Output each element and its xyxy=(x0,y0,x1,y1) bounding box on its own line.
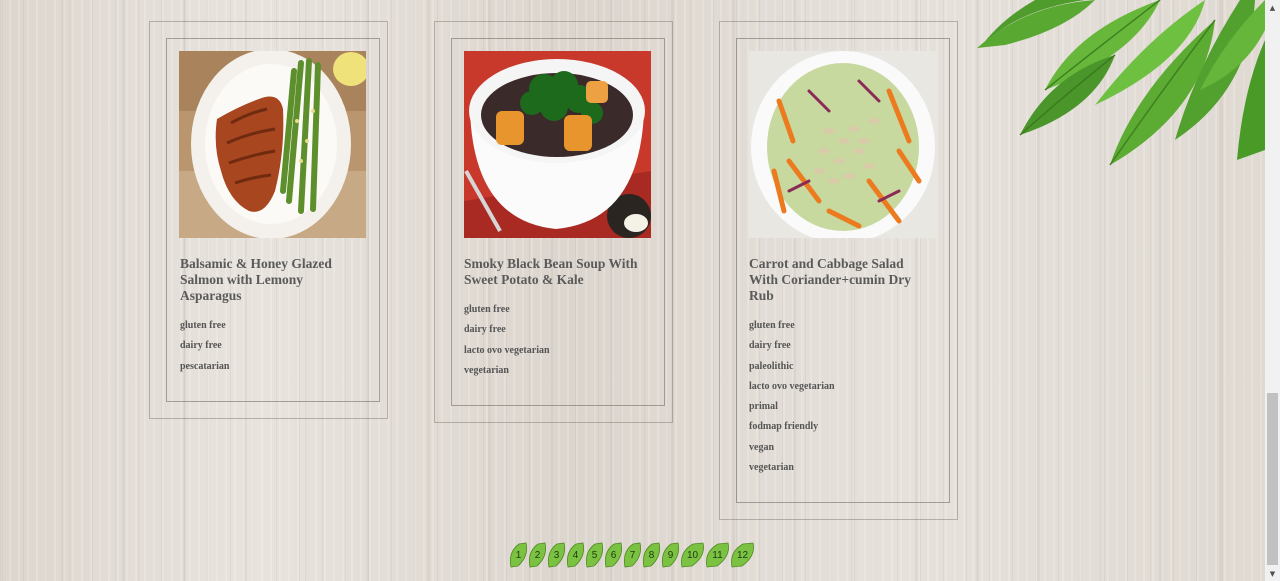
diet-tag: lacto ovo vegetarian xyxy=(749,380,835,392)
page-number: 1 xyxy=(515,549,522,561)
diet-tag: vegan xyxy=(749,441,774,453)
diet-tag: dairy free xyxy=(749,340,791,352)
page-number: 9 xyxy=(667,549,674,561)
salmon-asparagus-photo[interactable] xyxy=(179,51,366,238)
scroll-down-arrow-icon[interactable]: ▼ xyxy=(1265,566,1280,581)
page-button-2[interactable]: 2 xyxy=(528,542,547,568)
page-number: 7 xyxy=(629,549,636,561)
page-number: 5 xyxy=(591,549,598,561)
page-button-7[interactable]: 7 xyxy=(623,542,642,568)
carrot-cabbage-salad-photo[interactable] xyxy=(749,51,936,238)
page-button-5[interactable]: 5 xyxy=(585,542,604,568)
diet-tag: vegetarian xyxy=(464,364,509,376)
green-leaves-icon xyxy=(975,0,1265,175)
diet-tag: dairy free xyxy=(180,340,222,352)
diet-tag: fodmap friendly xyxy=(749,421,819,433)
diet-tag: gluten free xyxy=(464,304,510,315)
page-button-12[interactable]: 12 xyxy=(730,542,755,568)
page-button-4[interactable]: 4 xyxy=(566,542,585,568)
page-button-1[interactable]: 1 xyxy=(509,542,528,568)
diet-tag: lacto ovo vegetarian xyxy=(464,344,550,356)
diet-tag-list: gluten free dairy free pescatarian xyxy=(180,320,360,381)
black-bean-soup-photo[interactable] xyxy=(464,51,651,238)
page-button-9[interactable]: 9 xyxy=(661,542,680,568)
page-button-6[interactable]: 6 xyxy=(604,542,623,568)
page-number: 8 xyxy=(648,549,655,561)
diet-tag: primal xyxy=(749,401,778,413)
page-number: 11 xyxy=(712,549,723,561)
page-button-8[interactable]: 8 xyxy=(642,542,661,568)
scrollbar-thumb[interactable] xyxy=(1267,393,1278,565)
recipe-title[interactable]: Balsamic & Honey Glazed Salmon with Lemo… xyxy=(180,256,355,304)
page-number: 10 xyxy=(686,549,699,561)
page-button-3[interactable]: 3 xyxy=(547,542,566,568)
page-number: 6 xyxy=(610,549,617,561)
page-number: 12 xyxy=(736,549,749,561)
diet-tag: dairy free xyxy=(464,324,506,336)
recipe-title[interactable]: Carrot and Cabbage Salad With Coriander+… xyxy=(749,256,924,304)
page-button-10[interactable]: 10 xyxy=(680,542,705,568)
diet-tag-list: gluten free dairy free paleolithic lacto… xyxy=(749,320,929,482)
scroll-up-arrow-icon[interactable]: ▲ xyxy=(1265,0,1280,15)
pagination: 1 2 3 4 5 6 7 8 9 10 11 12 xyxy=(509,542,755,568)
diet-tag: pescatarian xyxy=(180,360,230,372)
page-number: 2 xyxy=(534,549,541,561)
diet-tag: gluten free xyxy=(180,320,226,331)
recipe-grid: Balsamic & Honey Glazed Salmon with Lemo… xyxy=(0,0,1265,581)
page-number: 4 xyxy=(572,549,579,561)
diet-tag: gluten free xyxy=(749,320,795,331)
page-button-11[interactable]: 11 xyxy=(705,542,730,568)
diet-tag: paleolithic xyxy=(749,360,794,372)
diet-tag-list: gluten free dairy free lacto ovo vegetar… xyxy=(464,304,644,385)
recipe-title[interactable]: Smoky Black Bean Soup With Sweet Potato … xyxy=(464,256,639,288)
diet-tag: vegetarian xyxy=(749,462,794,474)
page-number: 3 xyxy=(553,549,560,561)
